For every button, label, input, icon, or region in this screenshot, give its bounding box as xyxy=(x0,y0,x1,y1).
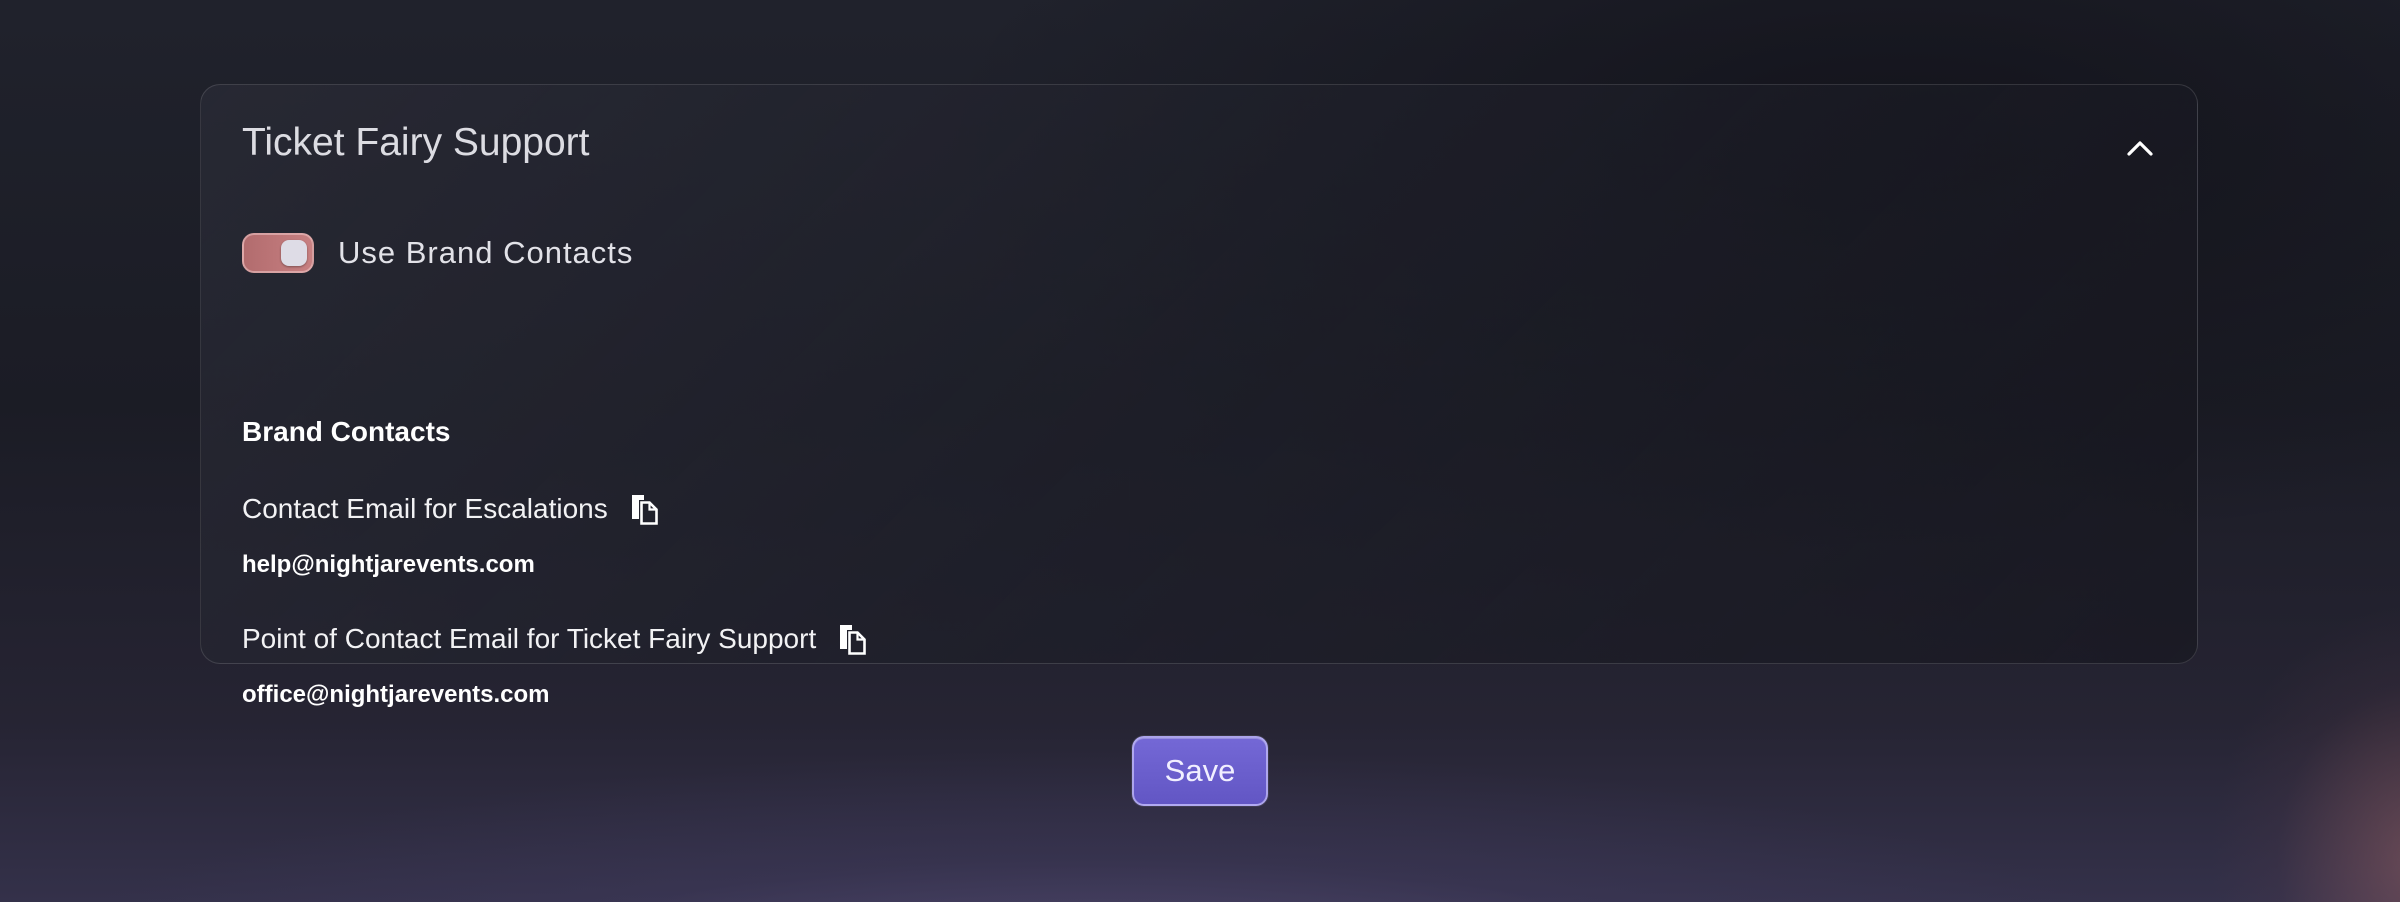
ticket-fairy-support-panel: Ticket Fairy Support Use Brand Contacts … xyxy=(200,84,2198,708)
save-button[interactable]: Save xyxy=(1132,736,1268,806)
support-poc-email-label: Point of Contact Email for Ticket Fairy … xyxy=(242,623,817,654)
copy-escalation-email-button[interactable] xyxy=(628,493,660,525)
panel-title: Ticket Fairy Support xyxy=(242,121,590,164)
use-brand-contacts-row: Use Brand Contacts xyxy=(242,233,633,273)
use-brand-contacts-label: Use Brand Contacts xyxy=(338,235,634,270)
use-brand-contacts-toggle[interactable] xyxy=(242,233,314,273)
copy-support-poc-email-button[interactable] xyxy=(836,623,868,655)
escalation-email-value: help@nightjarevents.com xyxy=(242,551,535,578)
copy-icon xyxy=(840,625,867,655)
copy-icon xyxy=(631,495,658,525)
support-poc-email-value: office@nightjarevents.com xyxy=(242,681,550,708)
brand-contacts-heading: Brand Contacts xyxy=(242,416,451,447)
collapse-panel-button[interactable] xyxy=(2119,127,2161,169)
support-poc-email-label-row: Point of Contact Email for Ticket Fairy … xyxy=(242,623,868,655)
chevron-up-icon xyxy=(2127,141,2153,156)
toggle-knob xyxy=(281,240,307,266)
escalation-email-label: Contact Email for Escalations xyxy=(242,493,608,524)
escalation-email-label-row: Contact Email for Escalations xyxy=(242,493,660,525)
